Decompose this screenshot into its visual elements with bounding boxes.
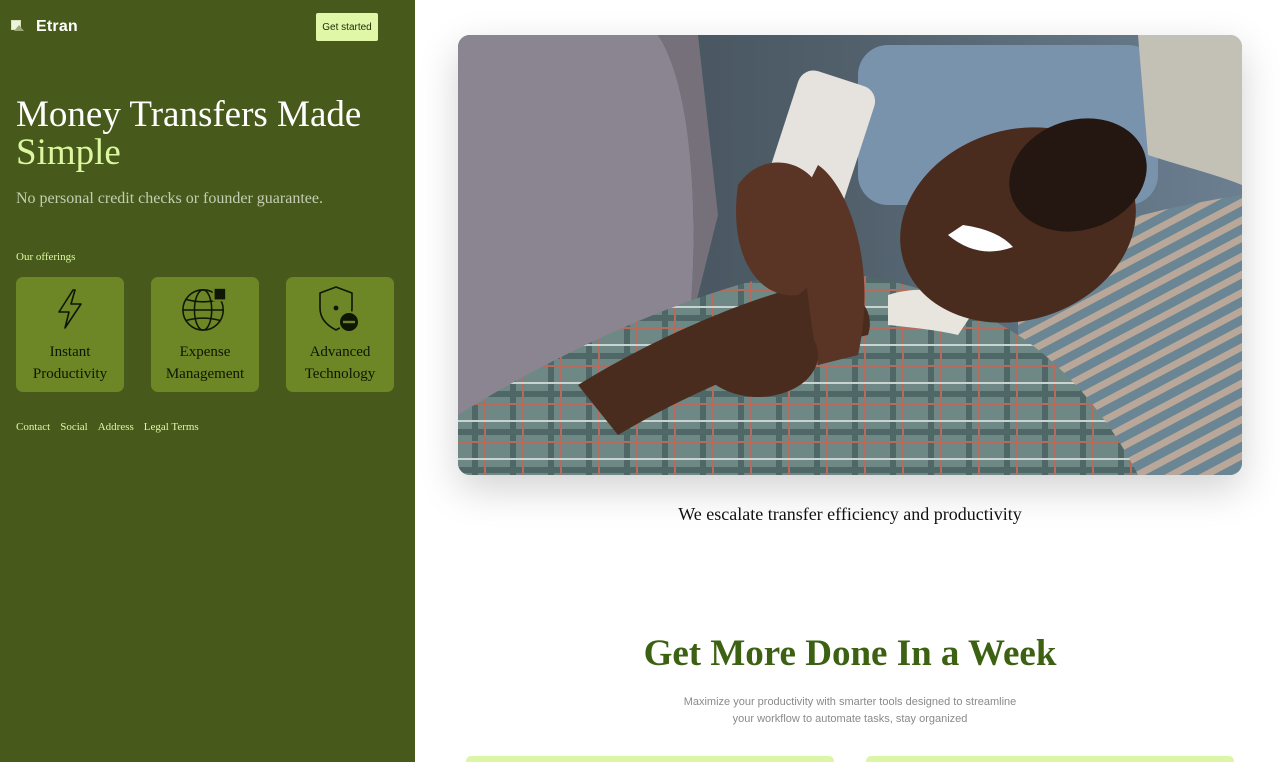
offering-label-line2: Management	[165, 366, 245, 382]
offering-label: Expense Management	[166, 341, 244, 385]
section-description: Maximize your productivity with smarter …	[670, 694, 1030, 728]
lightning-icon	[46, 285, 94, 333]
offering-card-advanced-technology[interactable]: Advanced Technology	[286, 277, 394, 392]
footer-link-social[interactable]: Social	[60, 421, 88, 433]
hero-photo-illustration	[458, 35, 1242, 475]
offering-label-line1: Instant	[49, 344, 91, 360]
footer-link-address[interactable]: Address	[98, 421, 134, 433]
brand[interactable]: Etran	[10, 18, 78, 36]
hero-title-line1: Money Transfers Made	[16, 94, 362, 135]
sidebar: Etran Get started Money Transfers Made S…	[0, 0, 415, 762]
brand-name: Etran	[36, 18, 78, 35]
footer-links: Contact Social Address Legal Terms	[16, 421, 199, 433]
feature-card-left[interactable]	[466, 756, 834, 762]
offering-label: Instant Productivity	[33, 341, 107, 385]
footer-link-legal-terms[interactable]: Legal Terms	[144, 421, 199, 433]
offering-label-line2: Technology	[304, 366, 376, 382]
offering-label-line1: Advanced	[309, 344, 371, 360]
offering-card-expense-management[interactable]: Expense Management	[151, 277, 259, 392]
section-description-line1: Maximize your productivity with smarter …	[683, 696, 1017, 708]
globe-icon	[181, 285, 229, 333]
footer-link-contact[interactable]: Contact	[16, 421, 50, 433]
photo-caption: We escalate transfer efficiency and prod…	[678, 504, 1022, 524]
hero-title: Money Transfers Made Simple	[16, 96, 396, 172]
offerings-list: Instant Productivity Expense Management	[16, 277, 394, 392]
section-description-line2: your workflow to automate tasks, stay or…	[732, 713, 968, 725]
offerings-label: Our offerings	[16, 251, 76, 263]
shield-icon	[316, 285, 364, 333]
broken-image-icon	[10, 19, 26, 35]
section-title: Get More Done In a Week	[643, 633, 1057, 674]
feature-card-right[interactable]	[866, 756, 1234, 762]
offering-label: Advanced Technology	[305, 341, 376, 385]
hero-title-accent: Simple	[16, 132, 121, 173]
hero-photo	[458, 35, 1242, 475]
offering-label-line2: Productivity	[32, 366, 108, 382]
offering-label-line1: Expense	[179, 344, 231, 360]
hero-subtitle: No personal credit checks or founder gua…	[16, 190, 323, 207]
offering-card-instant-productivity[interactable]: Instant Productivity	[16, 277, 124, 392]
get-started-button[interactable]: Get started	[316, 13, 378, 41]
